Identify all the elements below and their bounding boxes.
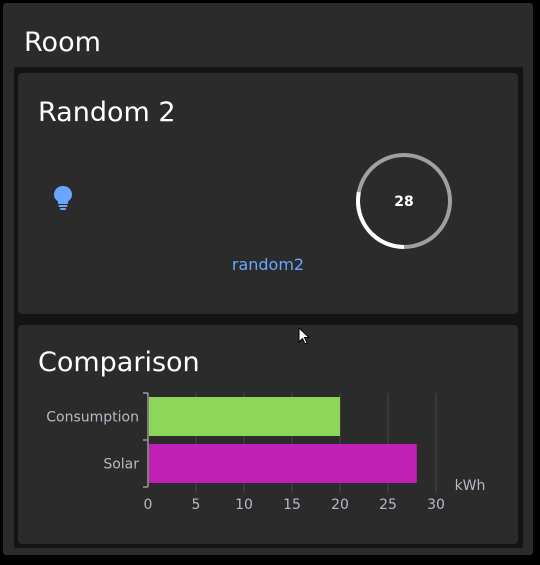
x-tick-label: 10 bbox=[235, 497, 253, 513]
random2-card: Random 2 random2 28 bbox=[18, 73, 518, 314]
x-tick-label: 25 bbox=[379, 497, 397, 513]
gauge[interactable]: 28 bbox=[354, 151, 454, 255]
room-title: Room bbox=[24, 27, 101, 58]
x-tick-label: 5 bbox=[192, 497, 201, 513]
bar-consumption bbox=[149, 397, 340, 436]
entity-label[interactable]: random2 bbox=[218, 255, 318, 274]
x-tick-label: 0 bbox=[144, 497, 153, 513]
x-axis-label: kWh bbox=[455, 478, 486, 494]
comparison-chart: Consumption Solar 0 5 10 15 20 25 30 kWh bbox=[46, 392, 486, 513]
x-tick-label: 20 bbox=[331, 497, 349, 513]
random2-card-title: Random 2 bbox=[38, 97, 176, 128]
lightbulb-icon[interactable] bbox=[52, 185, 74, 215]
x-tick-label: 30 bbox=[427, 497, 445, 513]
room-content: Random 2 random2 28 Comparison Consumpti… bbox=[14, 67, 523, 548]
comparison-card: Comparison Consumption Solar 0 5 10 15 20 25 30 k… bbox=[18, 325, 518, 544]
mouse-cursor-icon bbox=[298, 326, 311, 349]
gauge-value: 28 bbox=[394, 194, 413, 210]
room-panel: Room Random 2 random2 28 Comparison Cons… bbox=[3, 3, 533, 555]
category-label-consumption: Consumption bbox=[46, 410, 139, 426]
category-label-solar: Solar bbox=[103, 457, 139, 473]
bar-solar bbox=[149, 444, 417, 483]
x-tick-label: 15 bbox=[283, 497, 301, 513]
